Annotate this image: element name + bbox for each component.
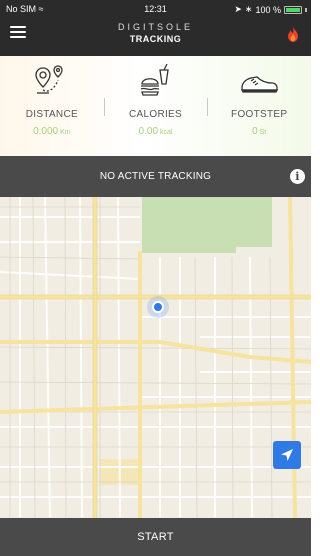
stat-value: 0.00 kcal [104,126,208,137]
stat-footstep: FOOTSTEP 0 St [207,56,311,156]
info-icon[interactable]: i [290,169,305,184]
burger-drink-icon [140,63,169,96]
stat-number: 0.000 [33,126,59,137]
battery-icon [284,5,302,14]
location-arrow-icon [281,449,293,461]
user-location-marker [147,296,169,318]
page-title: TRACKING [129,34,182,44]
stat-calories: CALORIES 0.00 kcal [103,56,208,156]
stat-distance: DISTANCE 0.000 Km [0,56,104,156]
battery-tip [305,7,307,12]
stat-label: FOOTSTEP [231,109,288,120]
app-header: No SIM ≈ 12:31 ➤ ∗ 100 % DIGITSOLE TRACK… [0,0,311,56]
stat-label: CALORIES [129,109,182,120]
start-button[interactable]: START [0,518,311,556]
map-tiles [0,197,311,518]
bluetooth-icon: ∗ [244,4,253,14]
flame-icon[interactable] [287,26,299,42]
tracking-status-text: NO ACTIVE TRACKING [99,171,212,182]
stat-unit: Km [60,129,71,136]
stat-value: 0 St [207,126,311,137]
locate-me-button[interactable] [273,441,301,469]
stats-panel: DISTANCE 0.000 Km CALORIES 0.00 kcal FOOTS… [0,56,311,156]
stat-unit: kcal [160,129,173,136]
stat-label: DISTANCE [25,109,78,120]
tracking-status-bar: NO ACTIVE TRACKING i [0,156,311,197]
sneaker-icon [241,76,279,93]
brand-logo: DIGITSOLE [117,22,193,32]
stat-number: 0 [252,126,258,137]
stat-value: 0.000 Km [0,126,104,137]
status-bar: No SIM ≈ 12:31 ➤ ∗ 100 % [0,2,311,16]
stat-number: 0.00 [138,126,159,137]
route-pin-icon [35,65,63,94]
stat-unit: St [259,129,267,136]
location-services-icon: ➤ [234,4,242,14]
user-location-dot [152,301,164,313]
battery-percent: 100 % [255,4,281,15]
status-right: ➤ ∗ 100 % [234,4,307,15]
brand-block: DIGITSOLE TRACKING [0,22,311,44]
map-view[interactable] [0,197,311,518]
